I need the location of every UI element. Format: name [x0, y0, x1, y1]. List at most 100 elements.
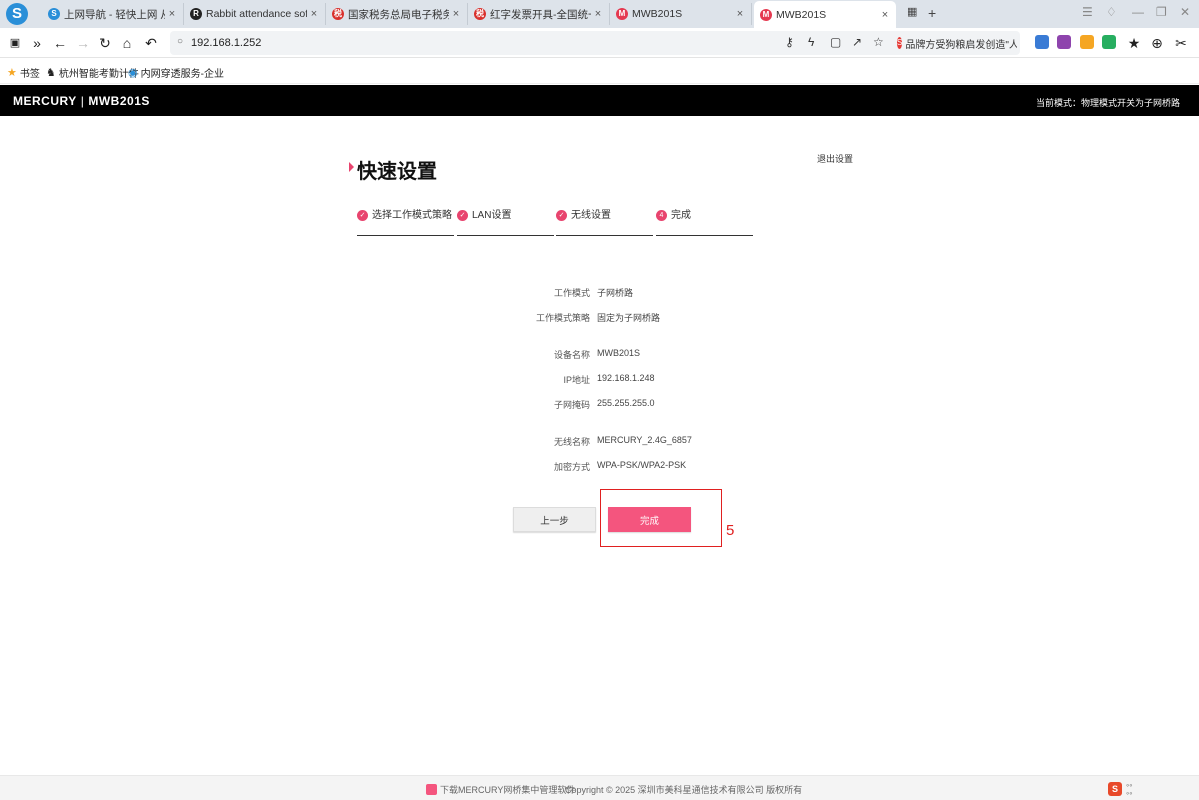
restore-icon[interactable]: ❐ [1156, 5, 1167, 19]
close-tab-icon[interactable]: × [449, 8, 463, 20]
back-icon[interactable]: ← [51, 34, 69, 52]
summary-label: 无线名称 [553, 437, 590, 447]
bookmarks-bar: ★ 书签 ♞ 杭州智能考勤计件 ◉ 内网穿透服务-企业 [0, 58, 1199, 84]
tab-label: MWB201S [776, 8, 827, 21]
expand-icon[interactable]: » [28, 34, 46, 52]
bookmark-item[interactable]: ♞ 杭州智能考勤计件 [46, 65, 139, 80]
bookmark-item[interactable]: ★ 书签 [7, 65, 40, 80]
summary-mask: 子网掩码 255.255.255.0 [470, 398, 870, 412]
menu-icon[interactable]: ☰ [1082, 5, 1093, 19]
close-window-icon[interactable]: ✕ [1180, 5, 1190, 19]
summary-label: 设备名称 [553, 350, 590, 360]
step-work-mode: ✓ 选择工作模式策略 [357, 208, 454, 236]
summary-label: IP地址 [563, 375, 590, 385]
share-icon[interactable]: ↗ [852, 35, 862, 49]
tab-mwb201s[interactable]: M MWB201S × [610, 3, 752, 25]
download-software-link[interactable]: 下载MERCURY网桥集中管理软件 [426, 783, 575, 796]
ime-toolbar-icon[interactable]: ◦◦ ◦◦ [1126, 781, 1132, 798]
new-tab-button[interactable]: + [928, 5, 936, 21]
url-input[interactable] [191, 34, 771, 52]
close-tab-icon[interactable]: × [591, 8, 605, 20]
brand-logo: MERCURY | MWB201S [13, 94, 150, 108]
step-label: LAN设置 [472, 210, 512, 221]
summary-value: MWB201S [597, 348, 641, 358]
search-suggestion[interactable]: S 品牌方受狗粮启发创造"人 [897, 35, 1017, 51]
tab-rabbit-attendance[interactable]: R Rabbit attendance software × [184, 3, 326, 25]
annotation-step-number: 5 [726, 522, 735, 539]
summary-value: WPA-PSK/WPA2-PSK [597, 460, 687, 470]
model-name: MWB201S [88, 94, 150, 108]
check-icon: ✓ [556, 210, 567, 221]
reader-icon[interactable]: ▢ [830, 35, 841, 49]
tab-navigation[interactable]: S 上网导航 - 轻快上网 从这里开始 × [42, 3, 184, 25]
tax-emblem-icon: 税 [474, 8, 486, 20]
search-engine-icon: S [897, 37, 903, 49]
close-tab-icon[interactable]: × [878, 9, 892, 21]
previous-step-button[interactable]: 上一步 [513, 507, 596, 532]
download-icon [426, 784, 437, 795]
browser-logo-icon[interactable]: S [6, 3, 28, 25]
step-wireless: ✓ 无线设置 [556, 208, 653, 236]
brand-name: MERCURY [13, 94, 77, 108]
tab-tax-bureau[interactable]: 税 国家税务总局电子税务局 × [326, 3, 468, 25]
brand-separator: | [80, 94, 85, 108]
skin-icon[interactable]: ♢ [1106, 5, 1117, 19]
scissors-icon[interactable]: ✂ [1172, 34, 1190, 52]
rabbit-icon: ♞ [46, 67, 56, 79]
router-header: MERCURY | MWB201S 当前模式：物理模式开关为子网桥路 [0, 85, 1199, 116]
lightning-icon[interactable]: ϟ [808, 35, 814, 49]
close-tab-icon[interactable]: × [733, 8, 747, 20]
star-icon[interactable]: ☆ [873, 35, 884, 49]
bookmark-item[interactable]: ◉ 内网穿透服务-企业 [128, 65, 224, 80]
key-icon[interactable]: ⚷ [785, 35, 794, 49]
close-tab-icon[interactable]: × [307, 8, 321, 20]
home-icon[interactable]: ⌂ [118, 34, 136, 52]
tab-label: Rabbit attendance software [206, 8, 307, 20]
search-icon: ○ [177, 36, 184, 47]
annotation-highlight-box [600, 489, 722, 547]
download-text: 下载MERCURY网桥集中管理软件 [440, 785, 576, 795]
extension-icon[interactable] [1102, 35, 1116, 49]
tab-red-invoice[interactable]: 税 红字发票开具-全国统一规范电子 × [468, 3, 610, 25]
page-footer: 下载MERCURY网桥集中管理软件 Copyright © 2025 深圳市美科… [0, 775, 1199, 800]
address-bar[interactable]: ○ ⚷ ϟ ▢ ↗ ☆ S 品牌方受狗粮启发创造"人 [170, 31, 1020, 55]
summary-label: 工作模式 [553, 288, 590, 298]
translate-icon[interactable] [1035, 35, 1049, 49]
favorites-icon[interactable]: ★ [1125, 34, 1143, 52]
tab-mwb201s-active[interactable]: M MWB201S × [754, 1, 896, 28]
page-title: 快速设置 [357, 161, 437, 183]
sidebar-toggle-icon[interactable]: ▣ [6, 34, 24, 52]
summary-value: 子网桥路 [597, 288, 634, 298]
minimize-icon[interactable]: — [1132, 5, 1144, 19]
summary-device-name: 设备名称 MWB201S [470, 348, 870, 362]
bookmark-label: 书签 [19, 69, 40, 80]
reload-icon[interactable]: ↻ [96, 34, 114, 52]
globe-icon: ◉ [128, 67, 138, 79]
summary-label: 加密方式 [553, 462, 590, 472]
mode-status: 当前模式：物理模式开关为子网桥路 [1035, 98, 1180, 108]
close-tab-icon[interactable]: × [165, 8, 179, 20]
sogou-ime-icon[interactable]: S [1108, 782, 1122, 796]
check-icon: ✓ [457, 210, 468, 221]
summary-work-mode: 工作模式 子网桥路 [470, 286, 870, 300]
undo-icon[interactable]: ↶ [142, 34, 160, 52]
download-icon[interactable]: ⊕ [1148, 34, 1166, 52]
extension-icon[interactable] [1080, 35, 1094, 49]
forward-icon[interactable]: → [74, 34, 92, 52]
exit-setup-link[interactable]: 退出设置 [817, 152, 853, 165]
summary-label: 工作模式策略 [535, 313, 590, 323]
star-icon: ★ [7, 67, 17, 79]
tab-label: MWB201S [632, 8, 683, 20]
check-icon: ✓ [357, 210, 368, 221]
summary-label: 子网掩码 [553, 400, 590, 410]
tab-list-icon[interactable]: ▦ [907, 5, 917, 18]
step-number-icon: 4 [656, 210, 667, 221]
extension-icon[interactable] [1057, 35, 1071, 49]
browser-tab-bar: S S 上网导航 - 轻快上网 从这里开始 × R Rabbit attenda… [0, 0, 1199, 28]
summary-value: 255.255.255.0 [597, 398, 655, 408]
bookmark-label: 杭州智能考勤计件 [58, 69, 139, 80]
summary-strategy: 工作模式策略 固定为子网桥路 [470, 311, 870, 325]
summary-encryption: 加密方式 WPA-PSK/WPA2-PSK [470, 460, 870, 474]
summary-value: MERCURY_2.4G_6857 [597, 435, 692, 445]
step-lan: ✓ LAN设置 [457, 208, 554, 236]
